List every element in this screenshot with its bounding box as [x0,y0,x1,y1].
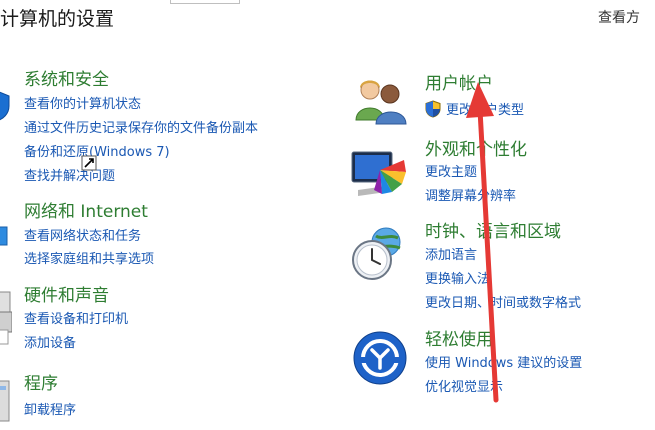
link-screen-resolution[interactable]: 调整屏幕分辨率 [425,188,516,206]
ease-of-access-icon [353,331,407,385]
page-title: 计算机的设置 [0,8,115,30]
link-add-language[interactable]: 添加语言 [425,247,477,265]
link-homegroup-sharing[interactable]: 选择家庭组和共享选项 [24,251,154,269]
mouse-cursor-icon [81,155,97,171]
category-programs[interactable]: 程序 [24,374,58,394]
users-icon [355,80,407,125]
clock-globe-icon [352,227,401,280]
shield-icon [0,91,10,121]
link-view-computer-status[interactable]: 查看你的计算机状态 [24,96,141,114]
category-appearance[interactable]: 外观和个性化 [425,140,527,160]
link-optimize-visual-display[interactable]: 优化视觉显示 [425,379,503,397]
link-network-status[interactable]: 查看网络状态和任务 [24,228,141,246]
address-box-edge [170,0,240,4]
uac-shield-icon [425,100,441,118]
view-by-label[interactable]: 查看方 [598,7,640,27]
link-change-input-method[interactable]: 更换输入法 [425,271,490,289]
monitor-palette-icon [351,151,406,196]
category-user-accounts[interactable]: 用户帐户 [425,74,493,94]
link-date-time-format[interactable]: 更改日期、时间或数字格式 [425,295,581,313]
category-clock-language-region[interactable]: 时钟、语言和区域 [425,222,561,242]
programs-icon [0,380,10,422]
category-hardware-sound[interactable]: 硬件和声音 [24,286,109,306]
printer-icon [0,291,12,345]
category-system-security[interactable]: 系统和安全 [24,70,109,90]
link-uninstall-program[interactable]: 卸载程序 [24,402,76,420]
category-ease-of-access[interactable]: 轻松使用 [425,330,493,350]
link-file-history-backup[interactable]: 通过文件历史记录保存你的文件备份副本 [24,120,258,138]
network-icon [0,226,8,246]
category-network-internet[interactable]: 网络和 Internet [24,202,148,222]
link-change-theme[interactable]: 更改主题 [425,164,477,182]
link-windows-recommended-settings[interactable]: 使用 Windows 建议的设置 [425,355,582,373]
link-add-device[interactable]: 添加设备 [24,335,76,353]
link-change-account-type[interactable]: 更改帐户类型 [446,102,524,120]
link-devices-printers[interactable]: 查看设备和打印机 [24,311,128,329]
